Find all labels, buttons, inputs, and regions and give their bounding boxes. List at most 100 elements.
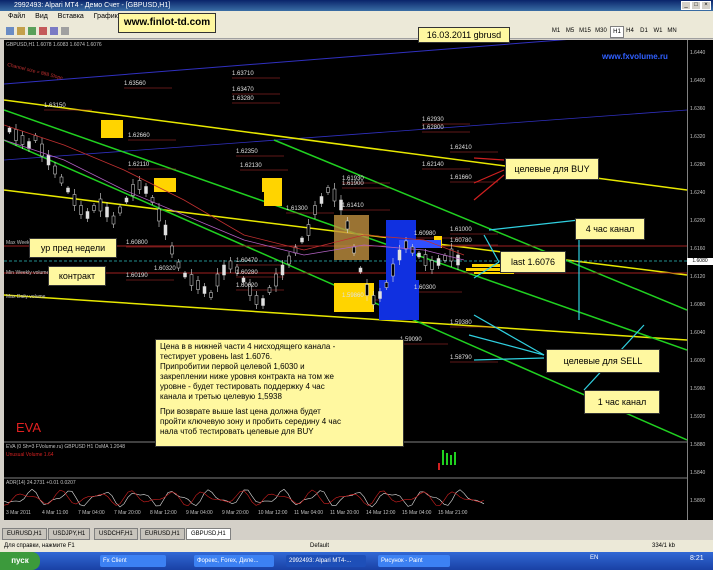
tab-eurusd[interactable]: EURUSD,H1 <box>2 528 47 540</box>
candle-body <box>332 188 337 202</box>
candle-body <box>358 267 363 273</box>
maximize-button[interactable]: □ <box>691 1 701 10</box>
tf-m15[interactable]: M15 <box>578 26 592 36</box>
candle-body <box>40 143 44 157</box>
one-hour-channel-box: 1 час канал <box>584 390 660 414</box>
analysis-line: Припробитии первой целевой 1,6030 и <box>160 362 305 371</box>
candle-body <box>7 127 12 133</box>
tab-usdjpy[interactable]: USDJPY,H1 <box>48 528 91 540</box>
price-tick-label: 1.6000 <box>690 358 706 364</box>
price-tick-label: 1.6240 <box>690 190 706 196</box>
chart-tabs: EURUSD,H1 USDJPY,H1 USDCHF,H1 EURUSD,H1 … <box>0 528 713 540</box>
analysis-line: тестирует уровень last 1.6076. <box>160 352 273 361</box>
sell-targets-box: целевые для SELL <box>546 349 660 373</box>
tf-h4[interactable]: H4 <box>624 26 636 36</box>
candle-body <box>430 260 434 270</box>
candle-body <box>20 135 25 145</box>
price-tick-label: 1.5960 <box>690 386 706 392</box>
close-button[interactable]: × <box>701 1 711 10</box>
tab-eurusd-2[interactable]: EURUSD,H1 <box>140 528 185 540</box>
status-bar: Для справки, нажмите F1 Default 334/1 kb <box>0 540 713 552</box>
level-label: 1.63710 <box>232 71 254 77</box>
menu-bar: Файл Вид Вставка Графики <box>0 11 713 23</box>
price-chart[interactable]: GBPUSD,H1 1.6078 1.6083 1.6074 1.6076 Ch… <box>4 40 687 520</box>
menu-view[interactable]: Вид <box>35 13 48 20</box>
candle-body <box>306 224 311 236</box>
candle-body <box>436 258 441 266</box>
tf-w1[interactable]: W1 <box>652 26 664 36</box>
time-tick-label: 10 Mar 12:00 <box>258 510 288 516</box>
price-tick-label: 1.5840 <box>690 470 706 476</box>
price-tick-label: 1.6400 <box>690 78 706 84</box>
price-tick-label: 1.6360 <box>690 106 706 112</box>
candle-body <box>59 176 64 184</box>
time-tick-label: 9 Mar 20:00 <box>222 510 249 516</box>
site-box: www.finlot-td.com <box>118 13 216 33</box>
fxvolume-watermark: www.fxvolume.ru <box>602 52 668 61</box>
candle-body <box>443 255 447 261</box>
candle-body <box>261 298 265 306</box>
candle-body <box>209 292 213 298</box>
tf-h1[interactable]: H1 <box>610 26 624 38</box>
candle-body <box>417 252 421 258</box>
tab-gbpusd[interactable]: GBPUSD,H1 <box>186 528 231 540</box>
tf-mn[interactable]: MN <box>666 26 678 36</box>
level-label: 1.62350 <box>236 149 258 155</box>
taskbar-item-fxclient[interactable]: Fx Client <box>100 555 166 567</box>
level-label: 1.62930 <box>422 117 444 123</box>
level-label: 1.62660 <box>128 133 150 139</box>
level-label: 1.60020 <box>236 283 258 289</box>
analysis-line: Цена в в нижней части 4 нисходящего кана… <box>160 342 336 351</box>
taskbar: пуск Fx Client Форекс, Forex, Диле... 29… <box>0 552 713 570</box>
candle-body <box>27 141 31 149</box>
taskbar-item-paint[interactable]: Рисунок - Paint <box>378 555 450 567</box>
analysis-line: канала и третью целевую 1,5938 <box>160 392 282 401</box>
status-help: Для справки, нажмите F1 <box>4 543 75 549</box>
price-tick-label: 1.5920 <box>690 414 706 420</box>
tab-usdchf[interactable]: USDCHF,H1 <box>94 528 138 540</box>
candle-body <box>170 245 174 255</box>
tf-m1[interactable]: M1 <box>550 26 562 36</box>
candle-body <box>423 254 428 266</box>
menu-file[interactable]: Файл <box>8 13 25 20</box>
level-label: 1.61300 <box>286 206 308 212</box>
tf-m30[interactable]: M30 <box>594 26 608 36</box>
taskbar-item-forex[interactable]: Форекс, Forex, Диле... <box>194 555 274 567</box>
level-label: 1.61410 <box>342 203 364 209</box>
price-tick-label: 1.6040 <box>690 330 706 336</box>
candle-body <box>176 261 181 269</box>
level-label: 1.60980 <box>414 231 436 237</box>
candle-body <box>326 187 330 193</box>
level-label: 1.62130 <box>240 163 262 169</box>
candle-body <box>319 196 324 204</box>
time-tick-label: 11 Mar 04:00 <box>294 510 324 516</box>
menu-insert[interactable]: Вставка <box>58 13 84 20</box>
candle-body <box>202 286 207 294</box>
tf-d1[interactable]: D1 <box>638 26 650 36</box>
candle-body <box>118 206 122 214</box>
adr-indicator-header: ADR(14) 24.2731 +0.01 0.0207 <box>6 480 76 486</box>
candle-body <box>397 249 402 261</box>
level-label: 1.62110 <box>128 162 150 168</box>
level-label: 1.62140 <box>422 162 444 168</box>
minimize-button[interactable]: _ <box>681 1 691 10</box>
candle-body <box>313 205 317 215</box>
taskbar-item-mt4[interactable]: 2992493: Alpari MT4-... <box>286 555 366 567</box>
tf-m5[interactable]: M5 <box>564 26 576 36</box>
current-price-marker: 1.6080 <box>687 258 713 265</box>
analysis-line: уровне - будет тестировать поддержку 4 ч… <box>160 382 325 391</box>
start-button[interactable]: пуск <box>0 552 40 570</box>
candle-body <box>287 255 291 265</box>
language-indicator[interactable]: EN <box>590 555 598 561</box>
candle-body <box>105 206 109 218</box>
candle-body <box>79 205 83 215</box>
candle-body <box>300 237 304 243</box>
eva-indicator-header: EVA (0 Sh=3 FVolume.ru) GBPUSD H1 OsMA 1… <box>6 444 125 450</box>
level-label: 1.59860 <box>342 293 364 299</box>
candle-body <box>228 260 233 270</box>
analysis-line: закреплении ниже уровня контракта на том… <box>160 372 334 381</box>
candle-body <box>163 224 168 236</box>
candle-body <box>280 264 285 276</box>
time-tick-label: 15 Mar 04:00 <box>402 510 432 516</box>
candle-body <box>371 295 376 305</box>
